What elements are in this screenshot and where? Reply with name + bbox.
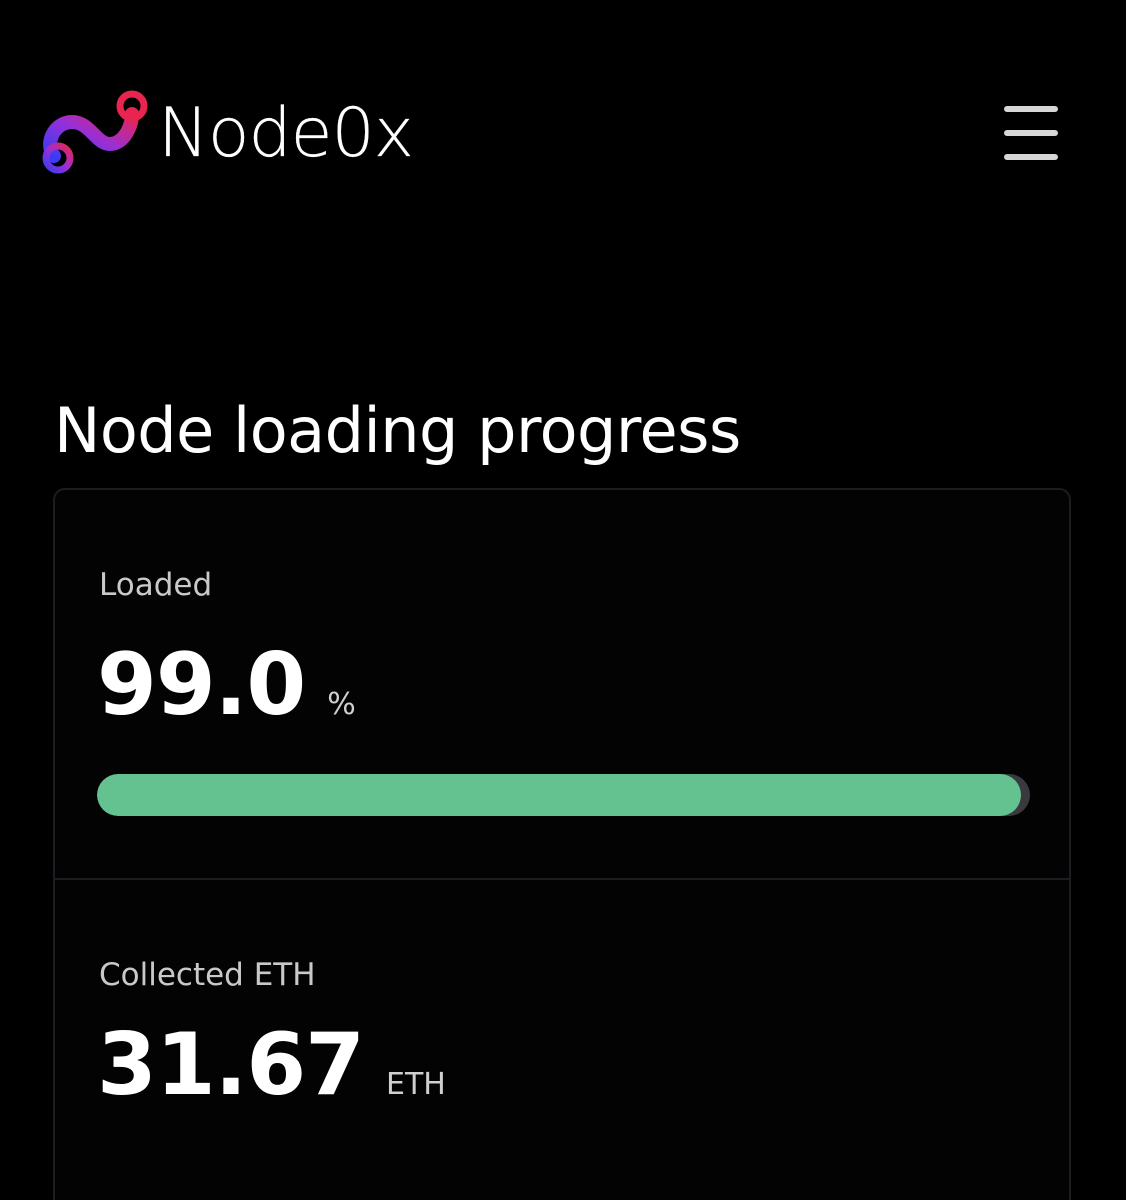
loaded-label: Loaded <box>99 567 213 603</box>
brand-name: Node0x <box>158 94 414 173</box>
hamburger-menu-icon-line <box>1004 130 1058 136</box>
hamburger-menu-icon <box>1004 106 1058 112</box>
brand-logo[interactable]: Node0x <box>40 84 414 184</box>
loaded-value-row: 99.0 % <box>97 638 356 733</box>
collected-eth-section: Collected ETH 31.67 ETH <box>55 880 1069 1200</box>
progress-card: Loaded 99.0 % Collected ETH 31.67 ETH <box>53 488 1071 1200</box>
collected-eth-value: 31.67 <box>97 1015 365 1115</box>
progress-bar-fill <box>97 774 1021 816</box>
node0x-logo-icon <box>42 90 148 174</box>
collected-eth-value-row: 31.67 ETH <box>97 1018 446 1113</box>
collected-eth-label: Collected ETH <box>99 957 316 993</box>
loaded-section: Loaded 99.0 % <box>55 490 1069 880</box>
hamburger-menu-icon-line <box>1004 154 1058 160</box>
loaded-value: 99.0 <box>97 635 306 735</box>
progress-bar <box>97 774 1030 816</box>
loaded-unit: % <box>327 687 356 722</box>
collected-eth-unit: ETH <box>386 1067 446 1102</box>
header: Node0x <box>0 0 1126 250</box>
page-title: Node loading progress <box>54 393 741 467</box>
page: Node0x Node loading progress Loaded 99.0… <box>0 0 1126 1200</box>
menu-button[interactable] <box>1000 106 1062 160</box>
